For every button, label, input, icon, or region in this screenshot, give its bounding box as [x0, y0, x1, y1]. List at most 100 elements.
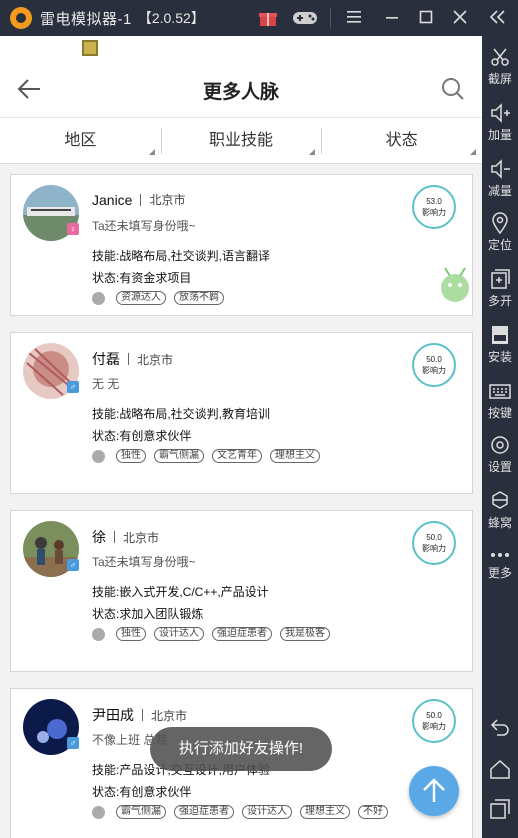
sidebar-item-volume-down[interactable]: 减量: [482, 158, 518, 199]
dropdown-triangle-icon: [309, 149, 316, 155]
android-statusbar: 9:03: [0, 36, 482, 60]
sidebar-item-more[interactable]: 更多: [482, 548, 518, 581]
contact-name-row: 尹田成 北京市: [92, 705, 187, 725]
contact-skills: 技能:嵌入式开发,C/C++,产品设计: [92, 585, 269, 599]
sidebar-item-keymap[interactable]: 按键: [482, 380, 518, 421]
sidebar-label: 多开: [487, 294, 512, 308]
sidebar-item-volume-up[interactable]: 加量: [482, 102, 518, 143]
divider: [128, 353, 129, 365]
sidebar-item-multi-open[interactable]: 多开: [482, 268, 518, 309]
sidebar-item-hive[interactable]: 蜂窝: [482, 490, 518, 531]
volume-down-icon: [491, 159, 510, 179]
contact-name: Janice: [92, 191, 133, 208]
tag: 独性: [116, 449, 146, 463]
contact-name-row: 付磊 北京市: [92, 349, 173, 369]
contact-city: 北京市: [151, 708, 188, 723]
search-icon[interactable]: [440, 76, 466, 102]
male-gender-icon: ♂: [67, 381, 79, 393]
tag-icon: [92, 292, 105, 305]
contact-bio: 无 无: [92, 377, 120, 391]
android-back-icon[interactable]: [489, 716, 511, 738]
contact-city: 北京市: [123, 530, 160, 545]
multi-open-icon: [491, 269, 510, 289]
sidebar-label: 减量: [487, 184, 512, 198]
gift-icon[interactable]: [258, 8, 278, 28]
app-logo-icon: [10, 7, 32, 29]
scissors-icon: [491, 48, 509, 66]
divider: [140, 193, 142, 206]
gamepad-icon[interactable]: [292, 8, 318, 28]
male-gender-icon: ♂: [67, 737, 79, 749]
contact-card[interactable]: ♂ 徐 北京市 Ta还未填写身份哦~ 技能:嵌入式开发,C/C++,产品设计 状…: [10, 510, 473, 672]
sidebar-item-screenshot[interactable]: 截屏: [482, 46, 518, 87]
tag: 资源达人: [116, 291, 166, 305]
contact-name-row: 徐 北京市: [92, 527, 159, 547]
contact-name: 尹田成: [92, 707, 134, 723]
influence-label: 影响力: [422, 722, 446, 731]
titlebar-divider: [330, 8, 331, 28]
tag-icon: [92, 628, 105, 641]
window-version: 【2.0.52】: [137, 10, 205, 26]
hive-icon: [492, 491, 508, 509]
android-recents-icon[interactable]: [489, 798, 511, 820]
contact-card[interactable]: ♀ Janice 北京市 Ta还未填写身份哦~ 技能:战略布局,社交谈判,语言翻…: [10, 174, 473, 316]
filter-region-label: 地区: [64, 132, 97, 149]
emulator-sidebar: 截屏 加量 减量 定位 多开 安装 按键 设置 蜂窝 更多: [482, 36, 518, 838]
contact-status: 状态:有创意求伙伴: [92, 785, 192, 799]
sidebar-label: 定位: [487, 238, 512, 252]
sidebar-label: 截屏: [487, 72, 512, 86]
tag: 强迫症患者: [212, 627, 272, 641]
influence-value: 50.0: [426, 711, 442, 720]
influence-badge: 50.0 影响力: [412, 699, 456, 743]
tag: 理想主义: [300, 805, 350, 819]
volume-up-icon: [491, 103, 510, 123]
app-header: 更多人脉: [0, 60, 482, 118]
influence-label: 影响力: [422, 544, 446, 553]
battery-icon: [404, 42, 412, 54]
status-time: 9:03: [448, 40, 474, 55]
maximize-icon[interactable]: [416, 8, 436, 28]
sidebar-item-settings[interactable]: 设置: [482, 434, 518, 475]
collapse-sidebar-icon[interactable]: [488, 8, 508, 28]
contact-bio: Ta还未填写身份哦~: [92, 555, 196, 569]
tag-icon: [92, 450, 105, 463]
page-title: 更多人脉: [202, 82, 279, 103]
influence-badge: 50.0 影响力: [412, 343, 456, 387]
sidebar-label: 按键: [487, 406, 512, 420]
tag: 设计达人: [242, 805, 292, 819]
contact-bio: Ta还未填写身份哦~: [92, 219, 196, 233]
filter-skills[interactable]: 职业技能: [160, 118, 322, 163]
tag: 强迫症患者: [174, 805, 234, 819]
emulator-titlebar: 雷电模拟器-1 【2.0.52】: [0, 0, 518, 36]
influence-value: 50.0: [426, 355, 442, 364]
sidebar-label: 蜂窝: [487, 516, 512, 530]
android-robot-icon[interactable]: [437, 264, 473, 304]
arrow-up-icon: [423, 778, 445, 802]
dropdown-triangle-icon: [470, 149, 477, 155]
sidebar-label: 加量: [487, 128, 512, 142]
influence-value: 53.0: [426, 197, 442, 206]
minimize-icon[interactable]: [382, 8, 402, 28]
contact-name: 付磊: [92, 351, 120, 367]
android-home-icon[interactable]: [489, 758, 511, 780]
close-icon[interactable]: [450, 8, 470, 28]
influence-badge: 53.0 影响力: [412, 185, 456, 229]
sidebar-item-location[interactable]: 定位: [482, 212, 518, 253]
contact-card[interactable]: ♂ 付磊 北京市 无 无 技能:战略布局,社交谈判,教育培训 状态:有创意求伙伴…: [10, 332, 473, 494]
tag-icon: [92, 806, 105, 819]
more-icon: [491, 553, 509, 557]
contact-skills: 技能:战略布局,社交谈判,教育培训: [92, 407, 271, 421]
phone-screen: 9:03 更多人脉 地区 职业技能 状态 ♀ Janice 北京市 Ta还未填写…: [0, 36, 482, 838]
filter-status[interactable]: 状态: [321, 118, 482, 163]
tag: 霸气侧漏: [154, 449, 204, 463]
scroll-top-button[interactable]: [409, 766, 459, 816]
contact-city: 北京市: [149, 193, 186, 207]
menu-icon[interactable]: [344, 8, 364, 28]
tag: 霸气侧漏: [116, 805, 166, 819]
filter-status-label: 状态: [385, 132, 418, 149]
apk-install-icon: [492, 326, 508, 344]
contact-skills: 技能:战略布局,社交谈判,语言翻译: [92, 249, 271, 263]
tag: 不好: [358, 805, 388, 819]
sidebar-item-install[interactable]: 安装: [482, 324, 518, 365]
filter-region[interactable]: 地区: [0, 118, 161, 163]
